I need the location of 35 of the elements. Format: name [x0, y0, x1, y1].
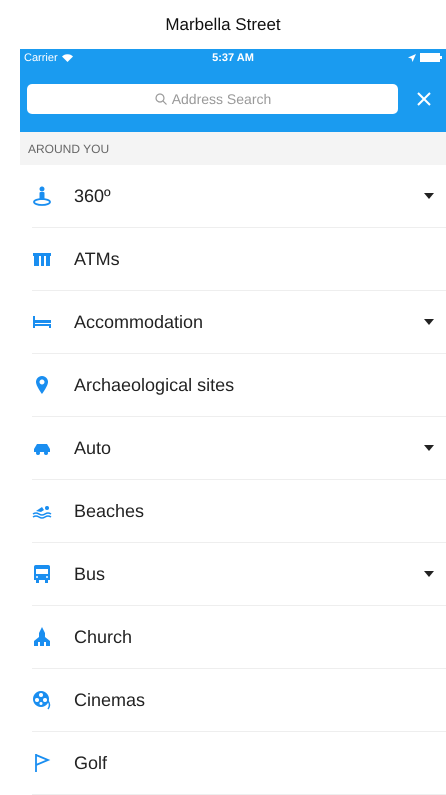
- category-label: 360º: [74, 186, 112, 206]
- category-label: Auto: [74, 438, 112, 458]
- category-row[interactable]: ATMs: [32, 228, 446, 291]
- status-time: 5:37 AM: [212, 52, 254, 64]
- category-label: Accommodation: [74, 312, 204, 332]
- wifi-icon: [62, 54, 73, 62]
- location-arrow-icon: [408, 54, 416, 62]
- category-row[interactable]: 360º: [32, 165, 446, 228]
- search-icon: [154, 93, 166, 105]
- page-title: Marbella Street: [165, 14, 281, 34]
- flag-icon: [32, 753, 52, 773]
- category-row[interactable]: Beaches: [32, 480, 446, 543]
- category-label: Church: [74, 626, 134, 648]
- category-label: Bus: [74, 564, 106, 584]
- film-reel-icon: [32, 690, 52, 710]
- person-icon: [32, 186, 52, 206]
- category-row[interactable]: Accommodation: [32, 291, 446, 354]
- category-row[interactable]: Bus: [32, 543, 446, 606]
- battery-icon: [420, 53, 442, 62]
- church-icon: [32, 627, 52, 647]
- category-row[interactable]: Cinemas: [32, 669, 446, 732]
- carrier-label: Carrier: [24, 52, 58, 64]
- category-label: Golf: [74, 752, 108, 774]
- bus-icon: [32, 564, 52, 584]
- section-header: AROUND YOU: [28, 142, 110, 156]
- category-row[interactable]: Auto: [32, 417, 446, 480]
- category-label: Archaeological sites: [74, 374, 236, 396]
- category-label: Cinemas: [74, 690, 146, 710]
- close-icon: [416, 91, 432, 107]
- category-row[interactable]: Golf: [32, 732, 446, 795]
- search-field[interactable]: Address Search: [27, 84, 398, 114]
- category-label: Beaches: [74, 500, 146, 522]
- category-row[interactable]: Archaeological sites: [32, 354, 446, 417]
- category-row[interactable]: Church: [32, 606, 446, 669]
- category-label: ATMs: [74, 248, 121, 270]
